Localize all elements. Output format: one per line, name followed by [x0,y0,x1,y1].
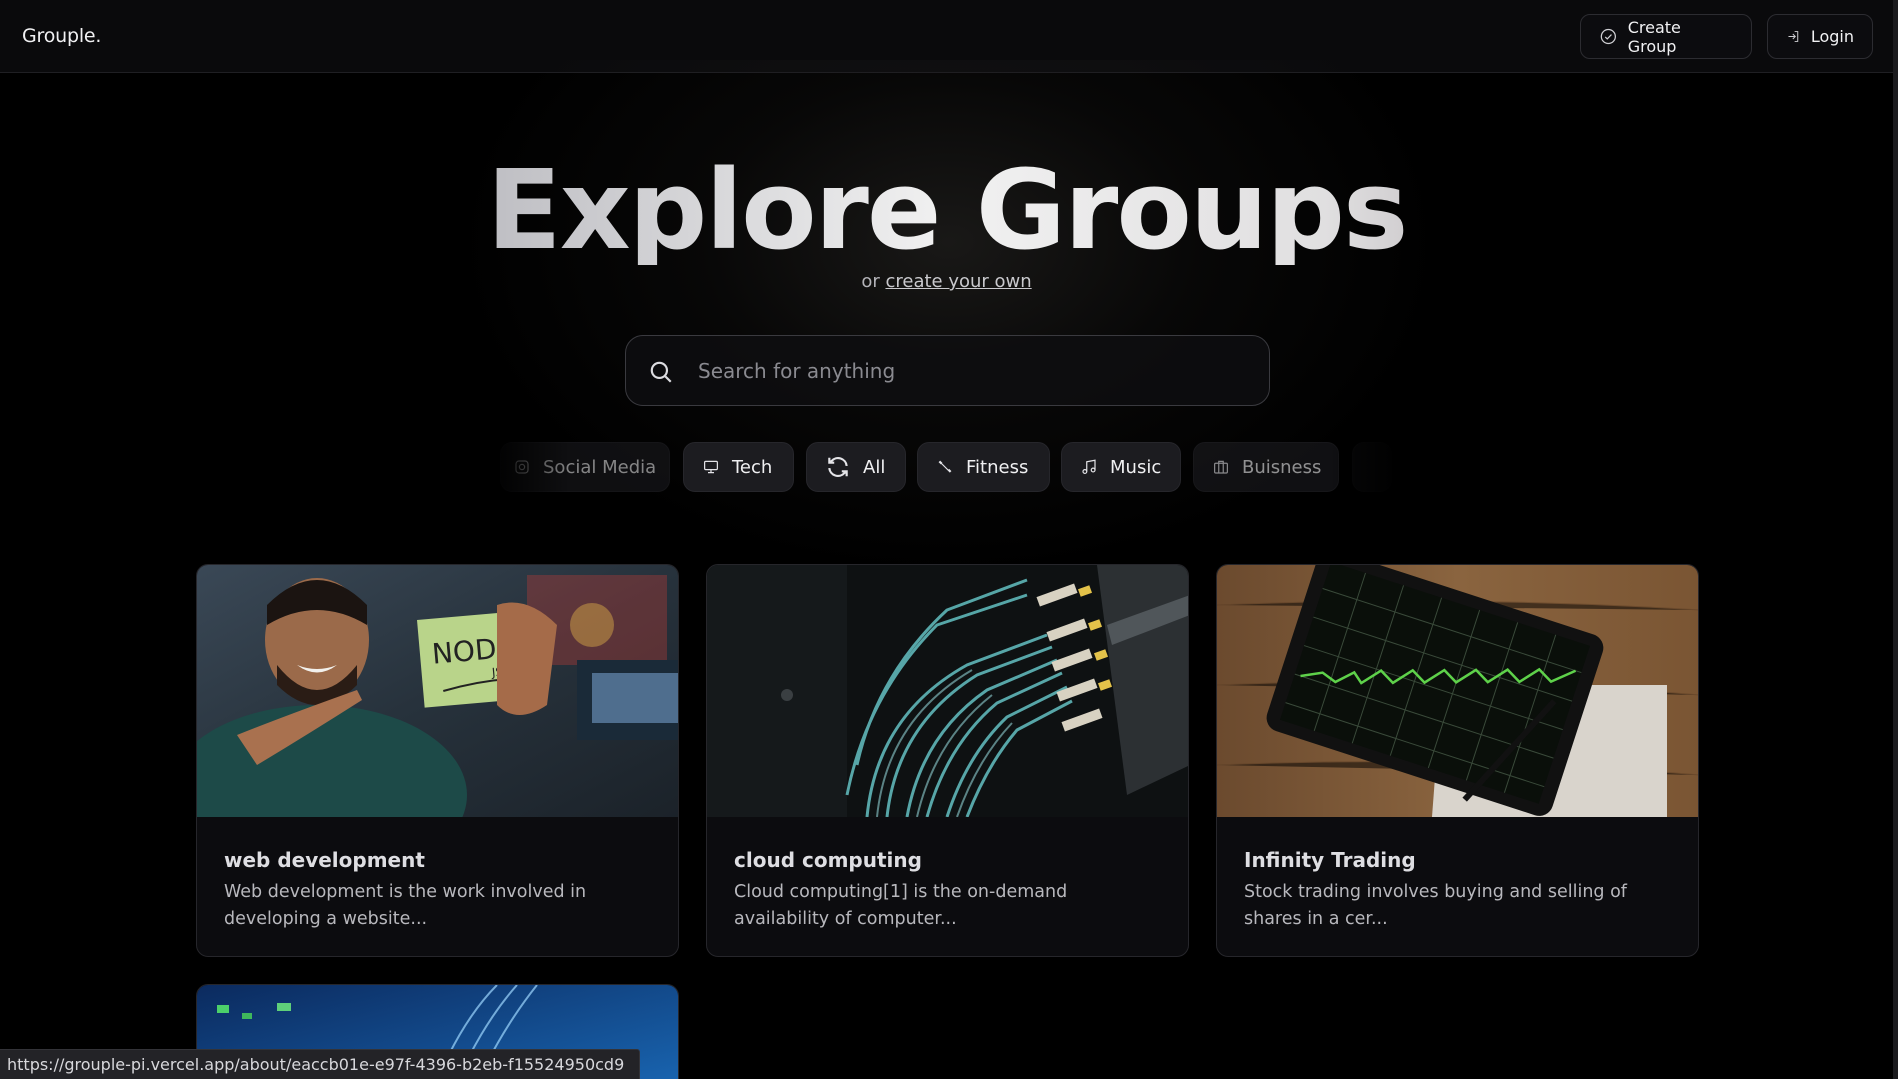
group-description: Stock trading involves buying and sellin… [1244,882,1627,929]
chip-label: Social Media [543,456,657,478]
check-circle-icon [1600,28,1616,45]
group-card[interactable]: cloud computing Cloud computing[1] is th… [706,564,1189,957]
group-image [707,565,1188,817]
chip-label: All [863,456,886,478]
login-button[interactable]: Login [1767,14,1873,59]
briefcase-icon [1214,460,1228,474]
create-group-label: Create Group [1627,17,1681,56]
login-label: Login [1810,27,1854,46]
hero-subtitle: or create your own [0,271,1893,292]
chip-music[interactable]: Music [1061,442,1181,492]
group-description: Web development is the work involved in … [224,882,587,929]
hero-glow [449,60,1449,580]
refresh-icon [828,457,848,477]
group-card[interactable]: NODE JS web development Web development … [196,564,679,957]
chip-tech[interactable]: Tech [683,442,794,492]
top-navbar: Grouple. Create Group Login [0,0,1898,73]
link-status-bar: https://grouple-pi.vercel.app/about/eacc… [0,1049,640,1079]
subtitle-prefix: or [861,271,880,292]
chip-label: Fitness [966,456,1029,478]
login-icon [1788,31,1799,42]
group-description: Cloud computing[1] is the on-demand avai… [734,882,1068,929]
create-group-button[interactable]: Create Group [1580,14,1752,59]
chip-label: Music [1110,456,1162,478]
monitor-icon [704,460,718,474]
chip-fitness[interactable]: Fitness [917,442,1050,492]
group-card[interactable]: Infinity Trading Stock trading involves … [1216,564,1699,957]
search-icon [650,361,672,383]
chip-business[interactable]: Buisness [1193,442,1339,492]
group-title: web development [224,848,425,872]
create-your-own-link[interactable]: create your own [885,271,1031,292]
dumbbell-icon [938,460,952,473]
scrollbar[interactable] [1893,0,1898,1079]
instagram-icon [515,460,529,474]
chip-social-media[interactable]: Social Media [500,442,670,492]
search-box[interactable] [625,335,1270,406]
group-title: cloud computing [734,848,922,872]
chip-more[interactable] [1352,442,1392,492]
brand-logo[interactable]: Grouple. [22,25,101,47]
group-image: NODE JS [197,565,678,817]
music-note-icon [1082,459,1096,474]
chip-all[interactable]: All [806,442,906,492]
chip-label: Tech [732,456,773,478]
category-chips: Social Media Tech All Fitness Music Buis… [500,442,1392,494]
group-image [1217,565,1698,817]
group-title: Infinity Trading [1244,848,1416,872]
chip-label: Buisness [1242,456,1322,478]
page-title: Explore Groups [0,155,1893,265]
search-input[interactable] [698,336,1258,405]
